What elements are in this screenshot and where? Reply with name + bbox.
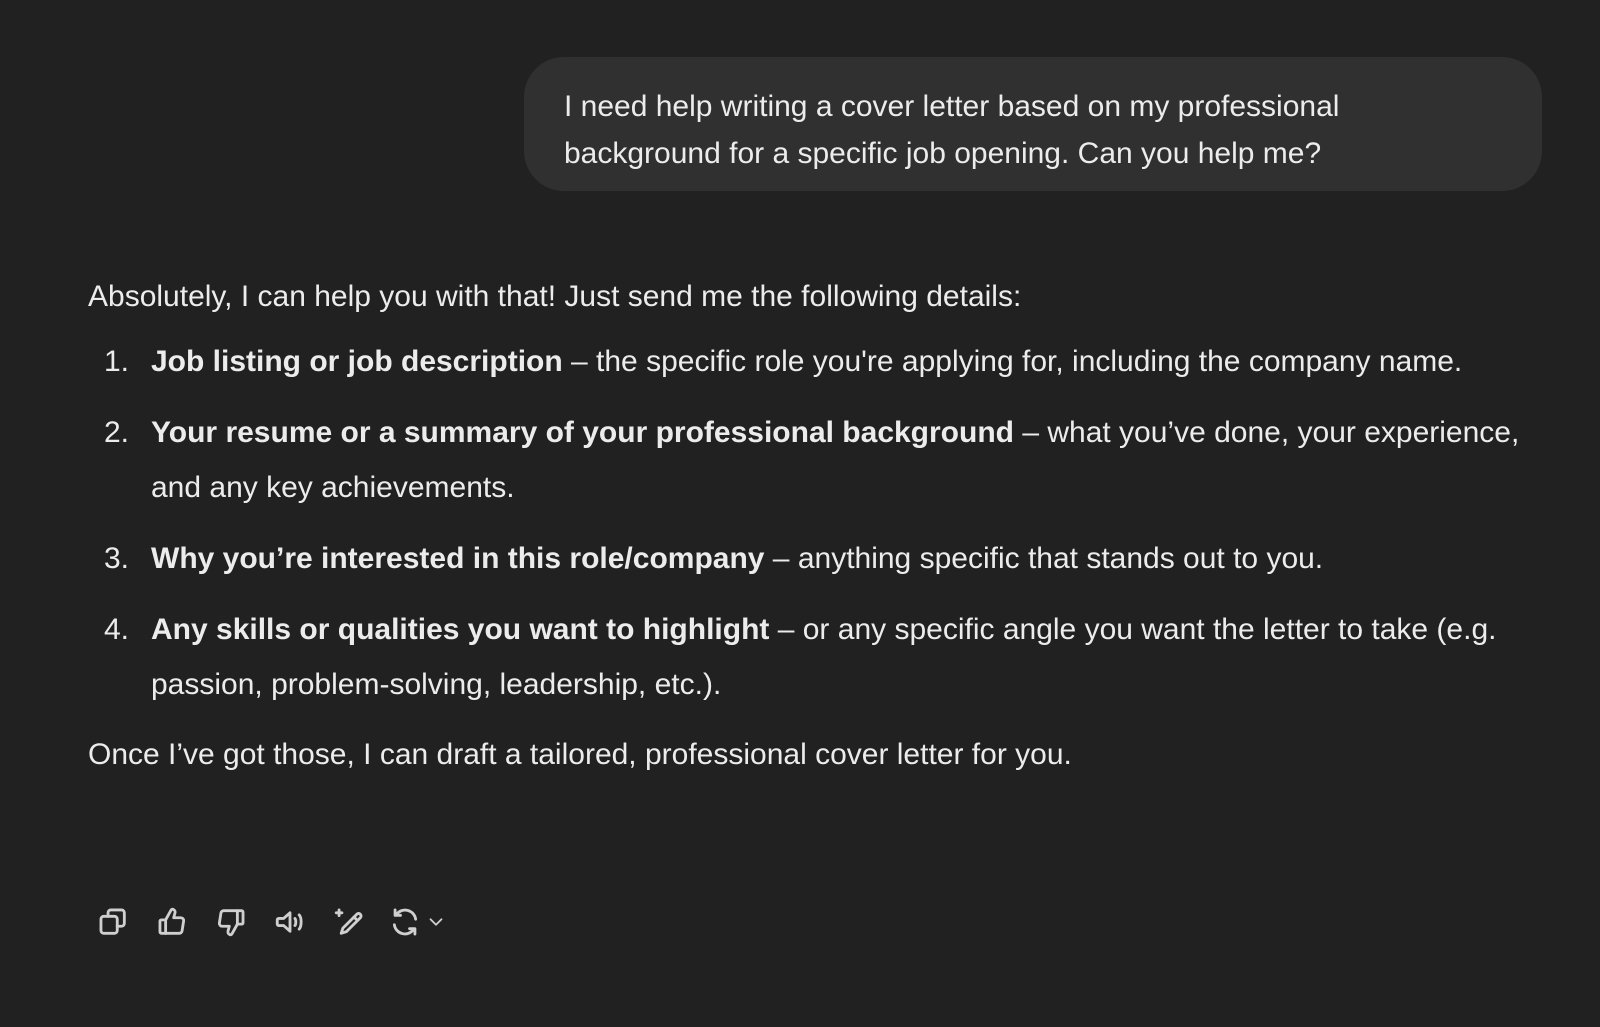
list-item: 2. Your resume or a summary of your prof… bbox=[88, 405, 1528, 515]
user-message-bubble: I need help writing a cover letter based… bbox=[524, 57, 1542, 191]
assistant-message: Absolutely, I can help you with that! Ju… bbox=[88, 274, 1528, 778]
bad-response-button[interactable] bbox=[208, 899, 254, 945]
thumbs-up-icon bbox=[158, 907, 186, 935]
thumbs-down-icon bbox=[217, 909, 245, 937]
read-aloud-button[interactable] bbox=[267, 899, 313, 945]
regenerate-button[interactable] bbox=[385, 899, 447, 945]
copy-button[interactable] bbox=[90, 899, 136, 945]
read-aloud-icon bbox=[275, 911, 303, 933]
list-item-text: – the specific role you're applying for,… bbox=[562, 345, 1463, 378]
list-item: 1. Job listing or job description – the … bbox=[88, 334, 1528, 389]
assistant-outro: Once I’ve got those, I can draft a tailo… bbox=[88, 738, 1072, 771]
list-item-number: 2. bbox=[104, 416, 130, 449]
list-item-title: Job listing or job description bbox=[151, 345, 563, 378]
list-item-text: – anything specific that stands out to y… bbox=[764, 542, 1324, 575]
list-item-title: Why you’re interested in this role/compa… bbox=[151, 542, 765, 575]
list-item-number: 1. bbox=[104, 345, 130, 378]
user-message-line-1: I need help writing a cover letter based… bbox=[564, 90, 1340, 123]
list-item-title: Any skills or qualities you want to high… bbox=[151, 613, 770, 646]
copy-icon bbox=[99, 908, 126, 935]
list-item-number: 3. bbox=[104, 542, 130, 575]
edit-in-canvas-button[interactable] bbox=[326, 899, 372, 945]
assistant-intro: Absolutely, I can help you with that! Ju… bbox=[88, 280, 1022, 313]
details-list: 1. Job listing or job description – the … bbox=[88, 334, 1528, 712]
regenerate-icon bbox=[392, 908, 418, 936]
list-item: 3. Why you’re interested in this role/co… bbox=[88, 531, 1528, 586]
good-response-button[interactable] bbox=[149, 899, 195, 945]
edit-sparkle-icon bbox=[334, 908, 363, 935]
list-item-number: 4. bbox=[104, 613, 130, 646]
user-message-line-2: background for a specific job opening. C… bbox=[564, 137, 1322, 170]
list-item-title: Your resume or a summary of your profess… bbox=[151, 416, 1014, 449]
list-item: 4. Any skills or qualities you want to h… bbox=[88, 602, 1528, 712]
regenerate-icon-wrap bbox=[385, 899, 425, 945]
message-actions-toolbar bbox=[90, 899, 447, 945]
chevron-down-icon bbox=[429, 918, 443, 926]
